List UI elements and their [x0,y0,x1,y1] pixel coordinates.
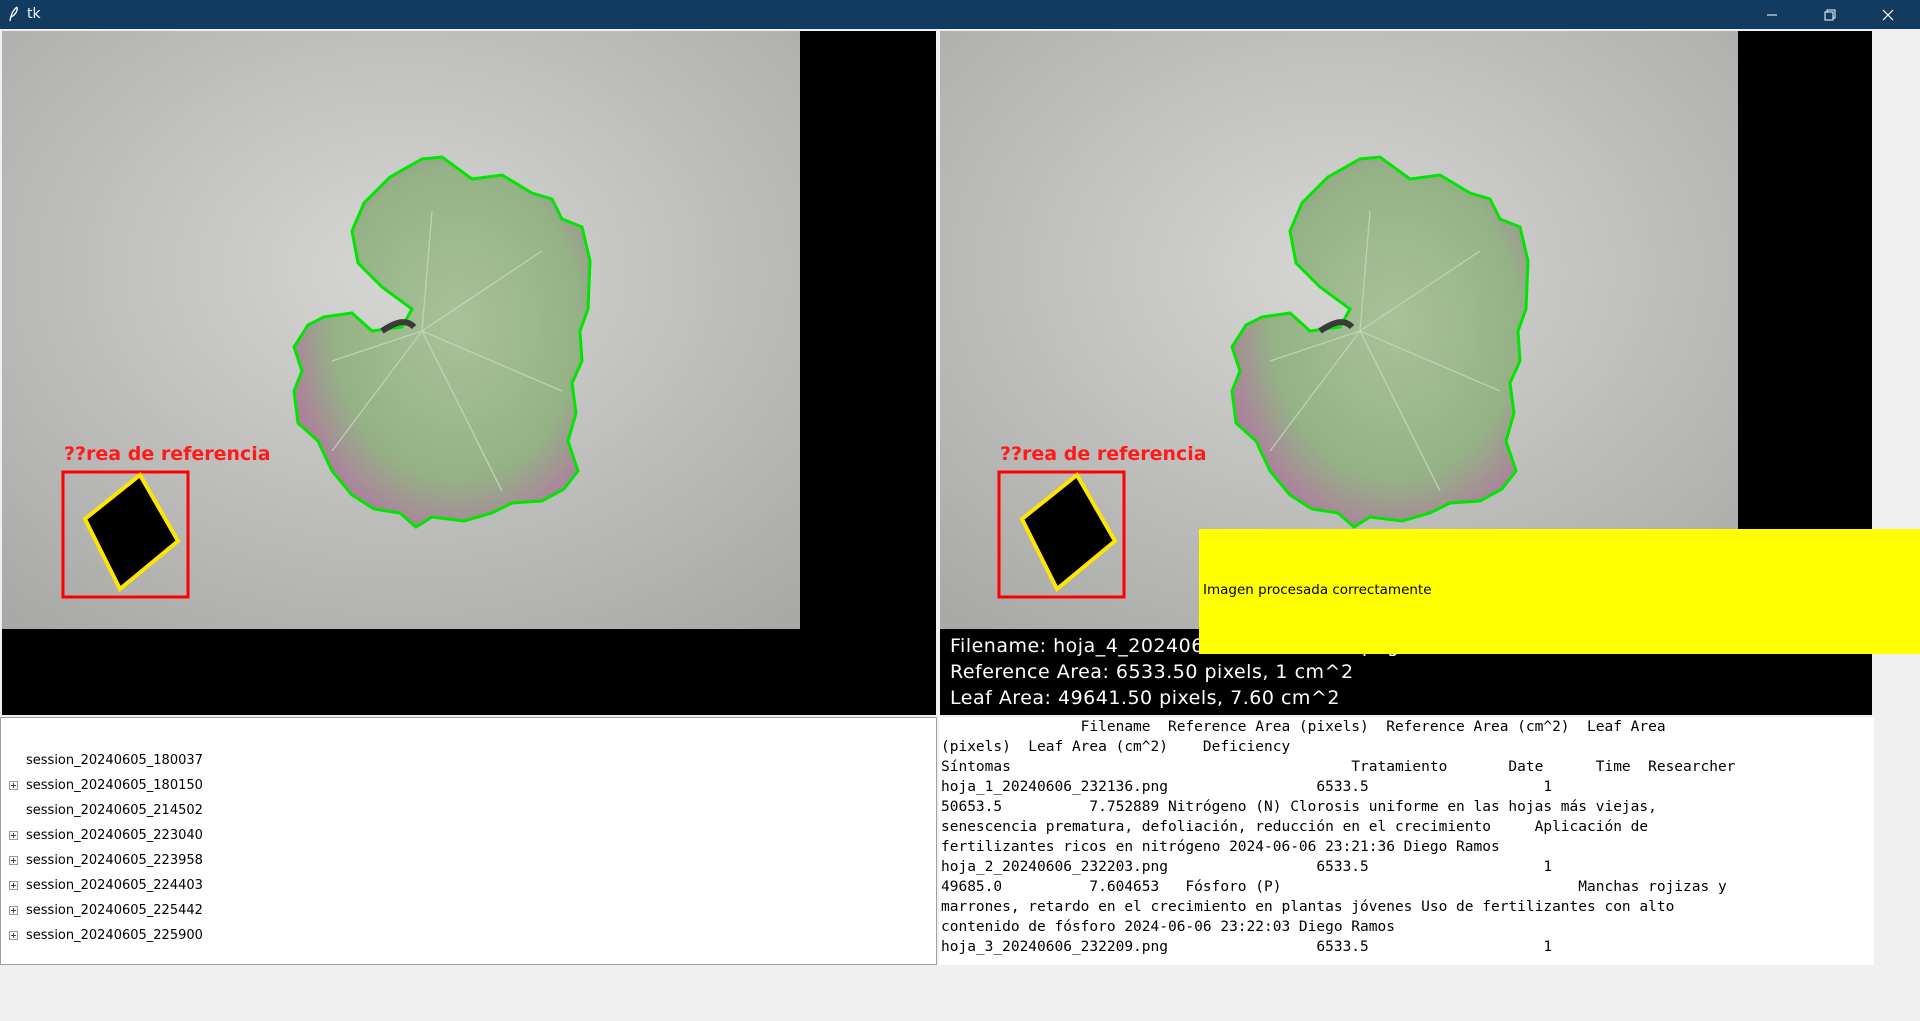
restore-button[interactable] [1802,0,1858,29]
expand-icon[interactable] [9,905,18,915]
tree-item[interactable]: session_20240605_214502 [9,800,203,820]
close-icon [1882,9,1894,20]
status-message-box: Imagen procesada correctamente [1199,529,1920,654]
results-line: senescencia prematura, defoliación, redu… [941,819,1649,835]
tree-item-label: session_20240605_223958 [26,852,203,868]
minimize-icon [1767,14,1777,15]
results-line: marrones, retardo en el crecimiento en p… [941,899,1675,915]
expand-icon[interactable] [9,830,18,840]
expand-icon[interactable] [9,780,18,790]
window-title: tk [27,6,41,22]
tree-item[interactable]: session_20240605_224403 [9,875,203,895]
results-line: contenido de fósforo 2024-06-06 23:22:03… [941,919,1395,935]
tree-item-label: session_20240605_223040 [26,827,203,843]
tree-item-label: session_20240605_180037 [26,752,203,768]
tree-item[interactable]: session_20240605_223040 [9,825,203,845]
tree-item[interactable]: session_20240605_223958 [9,850,203,870]
expand-icon[interactable] [9,880,18,890]
tree-item-label: session_20240605_180150 [26,777,203,793]
tree-item-label: session_20240605_225900 [26,927,203,943]
leaf-area-readout: Leaf Area: 49641.50 pixels, 7.60 cm^2 [950,687,1340,709]
restore-icon [1824,9,1836,20]
tree-item-label: session_20240605_225442 [26,902,203,918]
results-line: Síntomas Tratamiento Date Time Researche… [941,759,1736,775]
tree-item[interactable]: session_20240605_225442 [9,900,203,920]
results-line: 50653.5 7.752889 Nitrógeno (N) Clorosis … [941,799,1657,815]
window-titlebar: tk [0,0,1920,29]
minimize-button[interactable] [1744,0,1800,29]
results-text-area[interactable]: Filename Reference Area (pixels) Referen… [939,717,1874,965]
results-line: hoja_1_20240606_232136.png 6533.5 1 [941,779,1553,795]
tree-item-label: session_20240605_214502 [26,802,203,818]
results-line: hoja_2_20240606_232203.png 6533.5 1 [941,859,1553,875]
expand-icon[interactable] [9,855,18,865]
expand-icon[interactable] [9,930,18,940]
original-image-panel: ??rea de referencia [2,31,936,715]
leaf-photo: ??rea de referencia [2,31,800,629]
results-line: 49685.0 7.604653 Fósforo (P) Manchas roj… [941,879,1727,895]
close-button[interactable] [1860,0,1916,29]
results-line: (pixels) Leaf Area (cm^2) Deficiency [941,739,1291,755]
tree-item[interactable]: session_20240605_180037 [9,750,203,770]
session-tree[interactable]: session_20240605_180037 session_20240605… [0,717,937,965]
tree-item-label: session_20240605_224403 [26,877,203,893]
tree-item[interactable]: session_20240605_180150 [9,775,203,795]
reference-area-label: ??rea de referencia [1000,443,1207,465]
results-line: Filename Reference Area (pixels) Referen… [941,719,1666,735]
feather-icon [9,6,18,22]
results-line: fertilizantes ricos en nitrógeno 2024-06… [941,839,1500,855]
tree-item[interactable]: session_20240605_225900 [9,925,203,945]
results-line: hoja_3_20240606_232209.png 6533.5 1 [941,939,1553,955]
reference-area-readout: Reference Area: 6533.50 pixels, 1 cm^2 [950,661,1354,683]
reference-area-label: ??rea de referencia [64,443,271,465]
status-message: Imagen procesada correctamente [1203,582,1432,598]
